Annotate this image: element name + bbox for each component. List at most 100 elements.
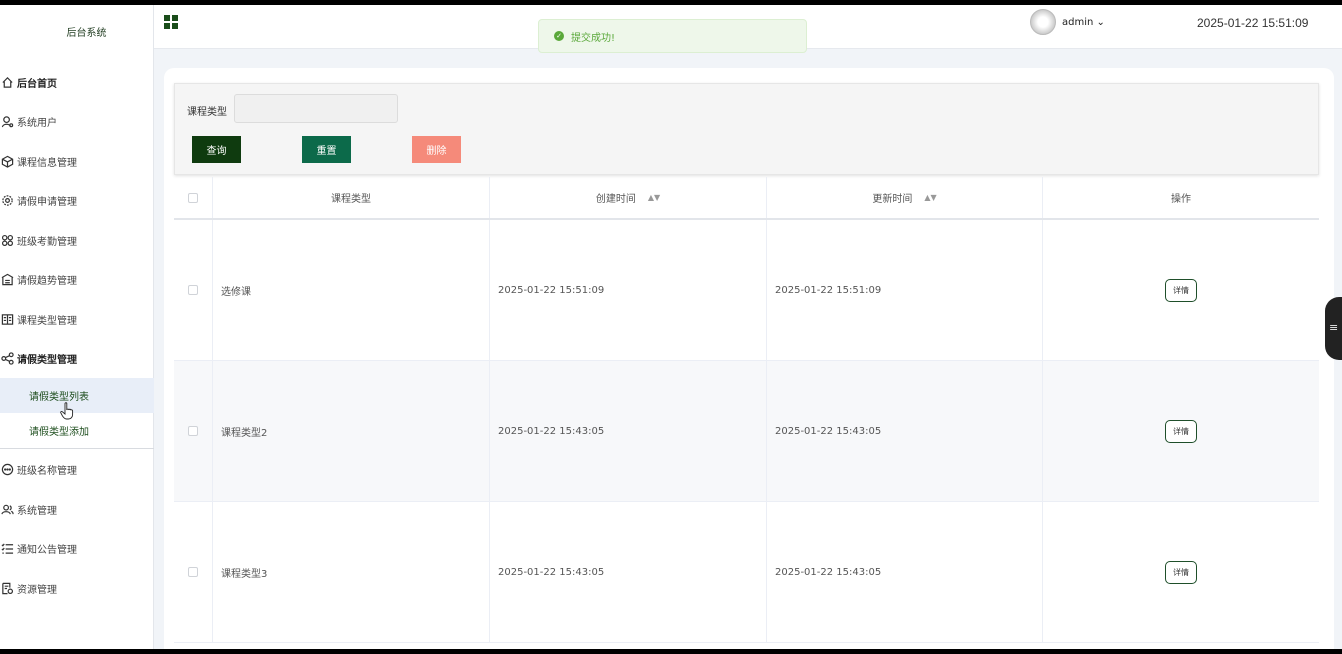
detail-button[interactable]: 详情 bbox=[1165, 278, 1197, 302]
users-icon bbox=[0, 502, 14, 516]
box-icon bbox=[0, 154, 14, 168]
course-type-label: 课程类型 bbox=[187, 107, 227, 118]
submenu-leave-type-list[interactable]: 请假类型列表 bbox=[0, 378, 154, 413]
reset-button[interactable]: 重置 bbox=[302, 136, 351, 163]
book-icon bbox=[0, 312, 14, 326]
row-checkbox-cell bbox=[174, 220, 213, 360]
sidebar-item-system-users[interactable]: 系统用户 bbox=[0, 104, 154, 138]
toast-message: 提交成功! bbox=[571, 32, 616, 44]
sidebar-item-label: 课程信息管理 bbox=[17, 157, 77, 169]
sidebar-item-label: 班级考勤管理 bbox=[17, 236, 77, 248]
sidebar-item-system-manage[interactable]: 系统管理 bbox=[0, 492, 154, 526]
success-toast: ✓ 提交成功! bbox=[538, 19, 807, 53]
detail-button[interactable]: 详情 bbox=[1165, 419, 1197, 443]
cell-course-type: 课程类型3 bbox=[213, 502, 490, 642]
grid-icon bbox=[0, 233, 14, 247]
main-card: 课程类型 查询 重置 删除 课程类型 创建时间 ▲▼ 更新时间 ▲▼ 操作 选修课 … bbox=[164, 68, 1334, 649]
cell-course-type: 课程类型2 bbox=[213, 361, 490, 501]
sidebar-item-label: 请假申请管理 bbox=[17, 196, 77, 208]
submenu-divider bbox=[0, 448, 154, 449]
submenu-label: 请假类型列表 bbox=[29, 392, 89, 403]
header-updated-time[interactable]: 更新时间 ▲▼ bbox=[767, 177, 1043, 218]
sidebar-item-label: 通知公告管理 bbox=[17, 544, 77, 556]
brand-title: 后台系统 bbox=[66, 28, 107, 39]
table-row: 课程类型2 2025-01-22 15:43:05 2025-01-22 15:… bbox=[174, 361, 1319, 502]
sidebar-item-label: 系统用户 bbox=[17, 117, 57, 129]
row-checkbox[interactable] bbox=[188, 426, 198, 436]
sidebar: 后台系统 后台首页 系统用户 课程信息管理 请假申请管理 班级考勤管理 请假趋势… bbox=[0, 5, 154, 649]
sidebar-item-label: 资源管理 bbox=[17, 584, 57, 596]
course-type-input[interactable] bbox=[234, 94, 398, 123]
cell-updated-time: 2025-01-22 15:51:09 bbox=[767, 220, 1043, 360]
share-icon bbox=[0, 351, 14, 365]
cell-actions: 详情 bbox=[1043, 502, 1319, 642]
sidebar-item-class-name[interactable]: 班级名称管理 bbox=[0, 452, 154, 486]
list-icon bbox=[0, 541, 14, 555]
sidebar-item-course-type[interactable]: 课程类型管理 bbox=[0, 302, 154, 336]
submenu-leave-type-add[interactable]: 请假类型添加 bbox=[0, 413, 154, 448]
cell-actions: 详情 bbox=[1043, 361, 1319, 501]
home-icon bbox=[0, 75, 14, 89]
current-datetime: 2025-01-22 15:51:09 bbox=[1197, 16, 1309, 30]
sidebar-item-leave-trend[interactable]: 请假趋势管理 bbox=[0, 262, 154, 296]
header-label: 更新时间 bbox=[872, 194, 913, 205]
sidebar-item-label: 请假类型管理 bbox=[17, 354, 77, 366]
row-checkbox[interactable] bbox=[188, 567, 198, 577]
hand-cursor-icon bbox=[60, 402, 74, 420]
chevron-down-icon: ⌄ bbox=[1093, 17, 1105, 28]
sidebar-item-label: 请假趋势管理 bbox=[17, 275, 77, 287]
sidebar-item-label: 班级名称管理 bbox=[17, 465, 77, 477]
chat-icon bbox=[0, 462, 14, 476]
header-actions: 操作 bbox=[1043, 177, 1319, 218]
table-row: 课程类型3 2025-01-22 15:43:05 2025-01-22 15:… bbox=[174, 502, 1319, 643]
cell-created-time: 2025-01-22 15:43:05 bbox=[490, 361, 767, 501]
search-form: 课程类型 查询 重置 删除 bbox=[174, 83, 1319, 175]
delete-button[interactable]: 删除 bbox=[412, 136, 461, 163]
username: admin bbox=[1062, 17, 1094, 28]
cell-created-time: 2025-01-22 15:43:05 bbox=[490, 502, 767, 642]
cell-course-type: 选修课 bbox=[213, 220, 490, 360]
sort-icon[interactable]: ▲▼ bbox=[648, 193, 660, 202]
header-label: 创建时间 bbox=[595, 194, 636, 205]
sidebar-item-notice[interactable]: 通知公告管理 bbox=[0, 531, 154, 565]
avatar[interactable] bbox=[1030, 9, 1056, 35]
query-button[interactable]: 查询 bbox=[192, 136, 241, 163]
table-header: 课程类型 创建时间 ▲▼ 更新时间 ▲▼ 操作 bbox=[174, 177, 1319, 220]
header-created-time[interactable]: 创建时间 ▲▼ bbox=[490, 177, 767, 218]
row-checkbox-cell bbox=[174, 361, 213, 501]
app-window: 后台系统 后台首页 系统用户 课程信息管理 请假申请管理 班级考勤管理 请假趋势… bbox=[0, 5, 1342, 649]
table-row: 选修课 2025-01-22 15:51:09 2025-01-22 15:51… bbox=[174, 220, 1319, 361]
header-course-type: 课程类型 bbox=[213, 177, 490, 218]
sidebar-item-label: 系统管理 bbox=[17, 505, 57, 517]
menu-toggle-icon[interactable] bbox=[164, 15, 178, 29]
sidebar-item-course-info[interactable]: 课程信息管理 bbox=[0, 144, 154, 178]
sort-icon[interactable]: ▲▼ bbox=[924, 193, 936, 202]
sidebar-item-attendance[interactable]: 班级考勤管理 bbox=[0, 223, 154, 257]
cell-created-time: 2025-01-22 15:51:09 bbox=[490, 220, 767, 360]
row-checkbox-cell bbox=[174, 502, 213, 642]
gear-icon bbox=[0, 193, 14, 207]
row-checkbox[interactable] bbox=[188, 285, 198, 295]
check-circle-icon: ✓ bbox=[554, 31, 564, 41]
cell-updated-time: 2025-01-22 15:43:05 bbox=[767, 502, 1043, 642]
header-label: 课程类型 bbox=[331, 194, 371, 205]
file-icon bbox=[0, 581, 14, 595]
sidebar-item-label: 后台首页 bbox=[17, 78, 57, 90]
sidebar-item-leave-type[interactable]: 请假类型管理 bbox=[0, 341, 154, 375]
header-checkbox-cell bbox=[174, 177, 213, 218]
cell-updated-time: 2025-01-22 15:43:05 bbox=[767, 361, 1043, 501]
sidebar-item-resource[interactable]: 资源管理 bbox=[0, 571, 154, 605]
cell-actions: 详情 bbox=[1043, 220, 1319, 360]
school-icon bbox=[0, 272, 14, 286]
submenu-label: 请假类型添加 bbox=[29, 427, 89, 438]
user-icon bbox=[0, 114, 14, 128]
sidebar-item-leave-apply[interactable]: 请假申请管理 bbox=[0, 183, 154, 217]
sidebar-item-label: 课程类型管理 bbox=[17, 315, 77, 327]
user-menu[interactable]: admin ⌄ bbox=[1062, 17, 1105, 28]
detail-button[interactable]: 详情 bbox=[1165, 560, 1197, 584]
sidebar-item-home[interactable]: 后台首页 bbox=[0, 65, 154, 99]
floating-side-tab[interactable]: ≡ bbox=[1325, 297, 1342, 360]
side-tab-icon: ≡ bbox=[1329, 321, 1339, 334]
select-all-checkbox[interactable] bbox=[188, 192, 198, 203]
header-label: 操作 bbox=[1171, 194, 1191, 205]
